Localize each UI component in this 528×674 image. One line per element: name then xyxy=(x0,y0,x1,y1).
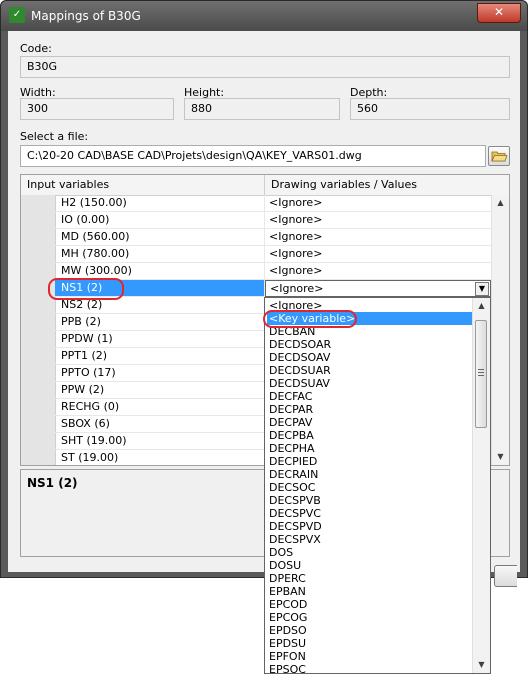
grid-scrollbar[interactable]: ▲ ▼ xyxy=(491,195,509,465)
dropdown-option[interactable]: DECPHA xyxy=(267,442,475,455)
table-row[interactable]: MD (560.00) <Ignore> xyxy=(55,229,491,246)
input-variable-cell[interactable]: SBOX (6) xyxy=(55,416,265,433)
input-variable-cell[interactable]: H2 (150.00) xyxy=(55,195,265,212)
dropdown-option[interactable]: DECSPVB xyxy=(267,494,475,507)
description-text: NS1 (2) xyxy=(27,476,78,490)
drawing-variable-cell[interactable]: <Ignore> xyxy=(265,212,491,229)
close-button[interactable]: ✕ xyxy=(477,3,521,23)
input-variable-cell[interactable]: IO (0.00) xyxy=(55,212,265,229)
file-path-input[interactable]: C:\20-20 CAD\BASE CAD\Projets\design\QA\… xyxy=(20,145,486,167)
dropdown-option[interactable]: DECRAIN xyxy=(267,468,475,481)
input-variable-cell[interactable]: PPW (2) xyxy=(55,382,265,399)
scroll-down-icon[interactable]: ▼ xyxy=(492,450,509,464)
input-variable-cell[interactable]: PPTO (17) xyxy=(55,365,265,382)
dropdown-option[interactable]: DECDSUAV xyxy=(267,377,475,390)
width-field: 300 xyxy=(20,98,174,120)
header-input-variables[interactable]: Input variables xyxy=(21,175,265,195)
annotation-circle xyxy=(48,278,124,300)
table-row[interactable]: IO (0.00) <Ignore> xyxy=(55,212,491,229)
scroll-up-icon[interactable]: ▲ xyxy=(473,299,490,313)
file-label: Select a file: xyxy=(20,130,89,143)
code-field: B30G xyxy=(20,56,510,78)
dropdown-option[interactable]: EPFON xyxy=(267,650,475,663)
drawing-variable-cell[interactable]: <Ignore> xyxy=(265,263,491,280)
dropdown-option[interactable]: DECFAC xyxy=(267,390,475,403)
dropdown-option[interactable]: DECPAR xyxy=(267,403,475,416)
input-variable-cell[interactable]: PPT1 (2) xyxy=(55,348,265,365)
dropdown-option[interactable]: DECDSUAR xyxy=(267,364,475,377)
grid-header: Input variables Drawing variables / Valu… xyxy=(21,175,509,196)
folder-open-icon xyxy=(491,151,508,162)
table-row[interactable]: MW (300.00) <Ignore> xyxy=(55,263,491,280)
row-selector-column xyxy=(21,195,56,465)
dropdown-option[interactable]: DECSOC xyxy=(267,481,475,494)
ok-button[interactable] xyxy=(494,565,517,587)
value-dropdown-list[interactable]: <Ignore> <Key variable> DECBAN DECDSOAR DECD… xyxy=(264,297,491,674)
dropdown-option[interactable]: EPCOD xyxy=(267,598,475,611)
depth-field: 560 xyxy=(350,98,510,120)
dropdown-option[interactable]: DOSU xyxy=(267,559,475,572)
code-label: Code: xyxy=(20,42,52,55)
table-row[interactable]: MH (780.00) <Ignore> xyxy=(55,246,491,263)
dropdown-option[interactable]: DECDSOAV xyxy=(267,351,475,364)
dropdown-option[interactable]: DPERC xyxy=(267,572,475,585)
drawing-variable-cell[interactable]: <Ignore> xyxy=(265,195,491,212)
dropdown-scrollbar[interactable]: ▲ ▼ xyxy=(472,298,490,673)
dropdown-option[interactable]: EPCOG xyxy=(267,611,475,624)
input-variable-cell[interactable]: PPB (2) xyxy=(55,314,265,331)
dropdown-option[interactable]: DECPBA xyxy=(267,429,475,442)
scroll-thumb[interactable] xyxy=(475,320,487,428)
dropdown-option[interactable]: EPSOC xyxy=(267,663,475,673)
scroll-up-icon[interactable]: ▲ xyxy=(492,196,509,210)
scroll-down-icon[interactable]: ▼ xyxy=(473,658,490,672)
window-title: Mappings of B30G xyxy=(31,9,141,23)
dropdown-option[interactable]: DECDSOAR xyxy=(267,338,475,351)
drawing-variable-cell[interactable]: <Ignore> ▼ xyxy=(265,280,491,297)
height-field: 880 xyxy=(184,98,340,120)
input-variable-cell[interactable]: ST (19.00) xyxy=(55,450,265,465)
title-bar[interactable]: ✓ Mappings of B30G ✕ xyxy=(1,1,527,31)
input-variable-cell[interactable]: PPDW (1) xyxy=(55,331,265,348)
input-variable-cell[interactable]: RECHG (0) xyxy=(55,399,265,416)
dropdown-option[interactable]: DECSPVC xyxy=(267,507,475,520)
dropdown-option[interactable]: DECSPVX xyxy=(267,533,475,546)
browse-button[interactable] xyxy=(488,146,510,166)
input-variable-cell[interactable]: MD (560.00) xyxy=(55,229,265,246)
input-variable-cell[interactable]: MH (780.00) xyxy=(55,246,265,263)
header-drawing-variables[interactable]: Drawing variables / Values xyxy=(265,175,509,195)
input-variable-cell[interactable]: SHT (19.00) xyxy=(55,433,265,450)
dropdown-option[interactable]: EPDSO xyxy=(267,624,475,637)
dropdown-option[interactable]: DECPAV xyxy=(267,416,475,429)
drawing-variable-cell[interactable]: <Ignore> xyxy=(265,246,491,263)
drawing-variable-cell[interactable]: <Ignore> xyxy=(265,229,491,246)
dropdown-option[interactable]: DECPIED xyxy=(267,455,475,468)
dropdown-option[interactable]: EPDSU xyxy=(267,637,475,650)
table-row[interactable]: H2 (150.00) <Ignore> xyxy=(55,195,491,212)
annotation-circle xyxy=(263,310,357,328)
dropdown-option[interactable]: DECSPVD xyxy=(267,520,475,533)
dropdown-option[interactable]: EPBAN xyxy=(267,585,475,598)
dropdown-option[interactable]: DOS xyxy=(267,546,475,559)
chevron-down-icon[interactable]: ▼ xyxy=(475,282,489,296)
app-icon: ✓ xyxy=(9,7,25,23)
